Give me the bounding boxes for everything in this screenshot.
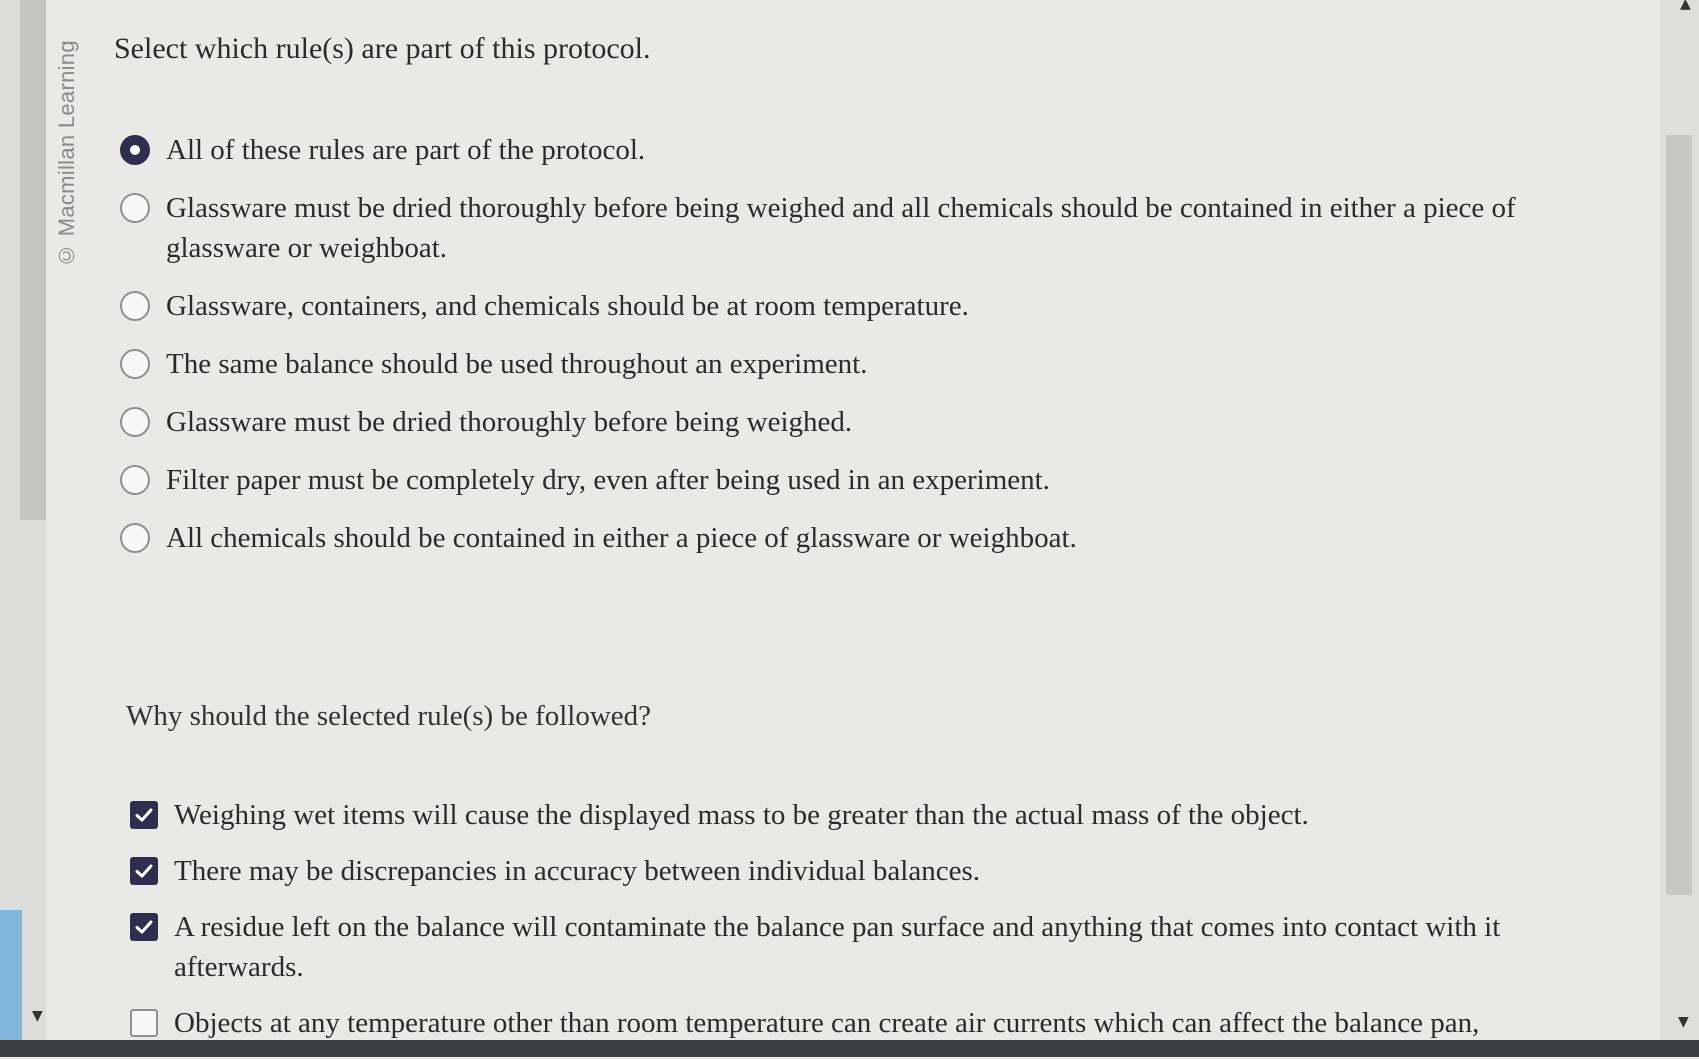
checkbox-option-label[interactable]: Objects at any temperature other than ro… [174, 1003, 1479, 1043]
radio-option[interactable]: All chemicals should be contained in eit… [120, 518, 1620, 558]
checkbox-option[interactable]: Objects at any temperature other than ro… [130, 1003, 1630, 1043]
question-1-options: All of these rules are part of the proto… [120, 130, 1620, 576]
left-scrollbar[interactable] [20, 0, 46, 520]
scroll-down-arrow-icon[interactable]: ▼ [1678, 1014, 1689, 1030]
radio-option-label[interactable]: The same balance should be used througho… [166, 344, 867, 384]
checkmark-icon[interactable] [130, 913, 158, 941]
copyright-credit: © Macmillan Learning [54, 40, 79, 268]
radio-empty-icon[interactable] [120, 407, 150, 437]
checkmark-icon[interactable] [130, 857, 158, 885]
checkmark-icon[interactable] [130, 801, 158, 829]
question-2-prompt: Why should the selected rule(s) be follo… [126, 700, 652, 732]
radio-option-label[interactable]: All of these rules are part of the proto… [166, 130, 645, 170]
radio-option-label[interactable]: Filter paper must be completely dry, eve… [166, 460, 1050, 500]
checkbox-empty-icon[interactable] [130, 1009, 158, 1037]
radio-option[interactable]: All of these rules are part of the proto… [120, 130, 1620, 170]
radio-option[interactable]: Glassware, containers, and chemicals sho… [120, 286, 1620, 326]
radio-empty-icon[interactable] [120, 465, 150, 495]
left-accent-bar [0, 910, 22, 1040]
radio-empty-icon[interactable] [120, 291, 150, 321]
checkbox-option-label[interactable]: There may be discrepancies in accuracy b… [174, 851, 980, 891]
radio-empty-icon[interactable] [120, 193, 150, 223]
checkbox-option-label[interactable]: A residue left on the balance will conta… [174, 907, 1630, 987]
radio-option[interactable]: Filter paper must be completely dry, eve… [120, 460, 1620, 500]
radio-selected-icon[interactable] [120, 135, 150, 165]
question-content: Select which rule(s) are part of this pr… [112, 0, 1652, 1040]
checkbox-option[interactable]: A residue left on the balance will conta… [130, 907, 1630, 987]
checkbox-option[interactable]: Weighing wet items will cause the displa… [130, 795, 1630, 835]
bottom-bar [0, 1040, 1699, 1057]
radio-option-label[interactable]: Glassware must be dried thoroughly befor… [166, 402, 852, 442]
radio-option-label[interactable]: Glassware, containers, and chemicals sho… [166, 286, 969, 326]
radio-option[interactable]: Glassware must be dried thoroughly befor… [120, 188, 1620, 268]
checkbox-option[interactable]: There may be discrepancies in accuracy b… [130, 851, 1630, 891]
scroll-up-arrow-icon[interactable]: ▲ [1680, 0, 1691, 12]
radio-empty-icon[interactable] [120, 349, 150, 379]
checkbox-option-label[interactable]: Weighing wet items will cause the displa… [174, 795, 1309, 835]
radio-empty-icon[interactable] [120, 523, 150, 553]
radio-option[interactable]: The same balance should be used througho… [120, 344, 1620, 384]
left-scroll-down-arrow-icon[interactable]: ▼ [32, 1008, 43, 1024]
radio-option-label[interactable]: All chemicals should be contained in eit… [166, 518, 1077, 558]
right-scrollbar-thumb[interactable] [1666, 135, 1692, 895]
radio-option-label[interactable]: Glassware must be dried thoroughly befor… [166, 188, 1620, 268]
question-2-options: Weighing wet items will cause the displa… [130, 795, 1630, 1059]
radio-option[interactable]: Glassware must be dried thoroughly befor… [120, 402, 1620, 442]
question-1-prompt: Select which rule(s) are part of this pr… [114, 32, 651, 65]
